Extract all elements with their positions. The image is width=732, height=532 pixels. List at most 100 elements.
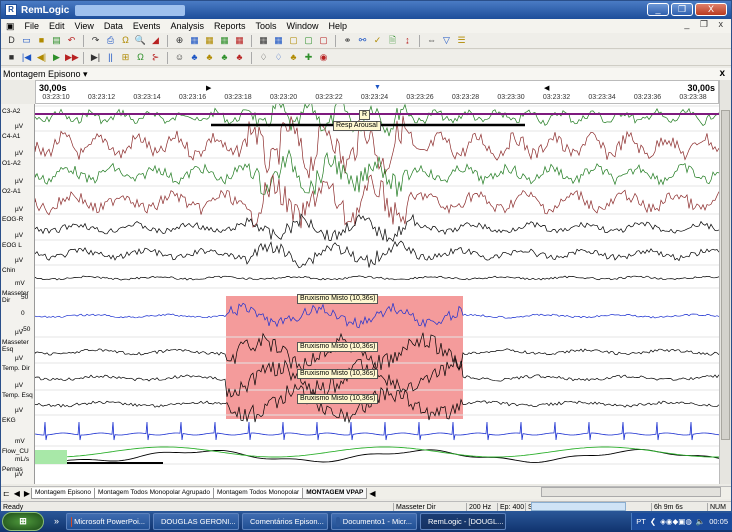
channel-name[interactable]: C4-A1 [2, 133, 20, 140]
bruxism-label[interactable]: Bruxismo Misto (10,36s) [297, 294, 379, 304]
menu-edit[interactable]: Edit [44, 21, 70, 31]
main-tool-10-icon[interactable]: ⊕ [173, 34, 186, 47]
menu-window[interactable]: Window [281, 21, 323, 31]
nav-tool-16-icon[interactable]: ♢ [272, 51, 285, 64]
nav-tool-3-icon[interactable]: ▶ [50, 51, 63, 64]
main-tool-1-icon[interactable]: ▭ [20, 34, 33, 47]
main-tool-18-icon[interactable]: ▢ [302, 34, 315, 47]
nav-tool-15-icon[interactable]: ♢ [257, 51, 270, 64]
channel-name[interactable]: Flow_CU [2, 448, 29, 455]
nav-tool-18-icon[interactable]: ✚ [302, 51, 315, 64]
mdi-window-controls[interactable]: _ ❐ x [684, 19, 727, 30]
menu-view[interactable]: View [70, 21, 99, 31]
main-tool-6-icon[interactable]: ⎙ [104, 34, 117, 47]
task-douglas-folder[interactable]: DOUGLAS GERONI... [153, 513, 239, 530]
nav-tool-7-icon[interactable]: ⊞ [119, 51, 132, 64]
montage-close-icon[interactable]: x [719, 68, 725, 79]
language-indicator[interactable]: PT [636, 513, 646, 530]
nav-tool-6-icon[interactable]: || [104, 51, 117, 64]
vertical-scroll-thumb[interactable] [721, 110, 730, 440]
main-tool-22-icon[interactable]: ✓ [371, 34, 384, 47]
main-tool-17-icon[interactable]: ▢ [287, 34, 300, 47]
tab-montagem-todos-monopolar-agrupado[interactable]: Montagem Todos Monopolar Agrupado [94, 487, 214, 499]
main-tool-27-icon[interactable]: ☰ [455, 34, 468, 47]
bruxism-label[interactable]: Bruxismo Misto (10,36s) [297, 369, 379, 379]
ruler-arrow-left-icon[interactable]: ◀ [544, 84, 549, 92]
nav-tool-2-icon[interactable]: ◀| [35, 51, 48, 64]
bruxism-label[interactable]: Bruxismo Misto (10,36s) [297, 394, 379, 404]
tab-montagem-episono[interactable]: Montagem Episono [31, 487, 96, 499]
channel-name[interactable]: C3-A2 [2, 108, 20, 115]
main-tool-9-icon[interactable]: ◢ [149, 34, 162, 47]
signal-plot[interactable]: R Resp Arousal Bruxismo Misto (10,36s) Brux… [35, 104, 719, 484]
montage-selector[interactable]: Montagem Episono ▾ [3, 69, 88, 80]
channel-name[interactable]: EKG [2, 417, 16, 424]
main-tool-15-icon[interactable]: ▦ [257, 34, 270, 47]
nav-tool-14-icon[interactable]: ♣ [233, 51, 246, 64]
menu-reports[interactable]: Reports [209, 21, 251, 31]
task-comentarios[interactable]: Comentários Epison... [242, 513, 328, 530]
main-tool-20-icon[interactable]: ⚭ [341, 34, 354, 47]
bruxism-label[interactable]: Bruxismo Misto (10,36s) [297, 342, 379, 352]
ruler-arrow-right-icon[interactable]: ▶ [206, 84, 211, 92]
tab-montagem-vpap[interactable]: MONTAGEM VPAP [302, 487, 368, 499]
main-tool-0-icon[interactable]: D [5, 34, 18, 47]
maximize-button[interactable]: ❐ [671, 3, 693, 16]
span-right[interactable]: 30,00s [687, 83, 715, 93]
title-bar[interactable]: R RemLogic _ ❐ X [1, 1, 731, 19]
main-tool-7-icon[interactable]: Ω [119, 34, 132, 47]
tab-montagem-todos-monopolar[interactable]: Montagem Todos Monopolar [212, 487, 304, 499]
main-tool-25-icon[interactable]: ⇔ [425, 34, 438, 47]
nav-tool-19-icon[interactable]: ◉ [317, 51, 330, 64]
nav-tool-8-icon[interactable]: Ω [134, 51, 147, 64]
close-button[interactable]: X [695, 3, 727, 16]
nav-tool-4-icon[interactable]: ▶▶ [65, 51, 79, 64]
resp-arousal-label[interactable]: Resp Arousal [333, 121, 381, 131]
menu-tools[interactable]: Tools [250, 21, 281, 31]
nav-tool-5-icon[interactable]: ▶| [89, 51, 102, 64]
channel-name[interactable]: Masseter Esq [2, 339, 34, 353]
channel-name[interactable]: Masseter Dir [2, 290, 34, 304]
main-tool-14-icon[interactable]: ▦ [233, 34, 246, 47]
main-tool-13-icon[interactable]: ▦ [218, 34, 231, 47]
volume-icon[interactable]: 🔈 [696, 513, 705, 530]
channel-name[interactable]: EOG L [2, 242, 22, 249]
span-left[interactable]: 30,00s [39, 83, 67, 93]
nav-tool-10-icon[interactable]: ☺ [173, 51, 186, 64]
tray-arrow-icon[interactable]: ❮ [650, 513, 656, 530]
main-tool-5-icon[interactable]: ↷ [89, 34, 102, 47]
nav-tool-17-icon[interactable]: ♣ [287, 51, 300, 64]
main-tool-16-icon[interactable]: ▦ [272, 34, 285, 47]
horizontal-scrollbar[interactable] [541, 487, 721, 497]
tray-icons[interactable]: ◈◉◆▣◍ [660, 513, 692, 530]
channel-name[interactable]: Temp. Esq [2, 392, 33, 399]
tab-prev-icon[interactable]: ◀ [12, 489, 22, 498]
main-tool-3-icon[interactable]: ▤ [50, 34, 63, 47]
tab-first-icon[interactable]: ⊏ [1, 489, 12, 498]
channel-name[interactable]: O1-A2 [2, 160, 21, 167]
time-ruler[interactable]: 30,00s 30,00s ▶ ▼ ◀ 03:23:10 03:23:12 03:2… [35, 80, 719, 104]
channel-name[interactable]: Temp. Dir [2, 365, 30, 372]
main-tool-4-icon[interactable]: ↶ [65, 34, 78, 47]
mdi-doc-icon[interactable]: ▣ [1, 21, 20, 32]
main-tool-24-icon[interactable]: ↨ [401, 34, 414, 47]
nav-tool-12-icon[interactable]: ♣ [203, 51, 216, 64]
nav-tool-11-icon[interactable]: ♣ [188, 51, 201, 64]
minimize-button[interactable]: _ [647, 3, 669, 16]
menu-help[interactable]: Help [324, 21, 353, 31]
menu-file[interactable]: File [20, 21, 45, 31]
main-tool-19-icon[interactable]: ▢ [317, 34, 330, 47]
nav-tool-9-icon[interactable]: ⊱ [149, 51, 162, 64]
quicklaunch-expand-icon[interactable]: » [50, 515, 63, 528]
main-tool-26-icon[interactable]: ▽ [440, 34, 453, 47]
nav-tool-13-icon[interactable]: ♣ [218, 51, 231, 64]
main-tool-11-icon[interactable]: ▦ [188, 34, 201, 47]
main-tool-21-icon[interactable]: ⚯ [356, 34, 369, 47]
task-remlogic[interactable]: RemLogic - [DOUGL... [420, 513, 506, 530]
main-tool-23-icon[interactable]: 🗎 [386, 34, 399, 47]
menu-analysis[interactable]: Analysis [165, 21, 209, 31]
task-documento1[interactable]: Documento1 - Micr... [331, 513, 417, 530]
main-tool-12-icon[interactable]: ▦ [203, 34, 216, 47]
channel-name[interactable]: EOG-R [2, 216, 23, 223]
r-event-marker[interactable]: R [359, 110, 371, 120]
